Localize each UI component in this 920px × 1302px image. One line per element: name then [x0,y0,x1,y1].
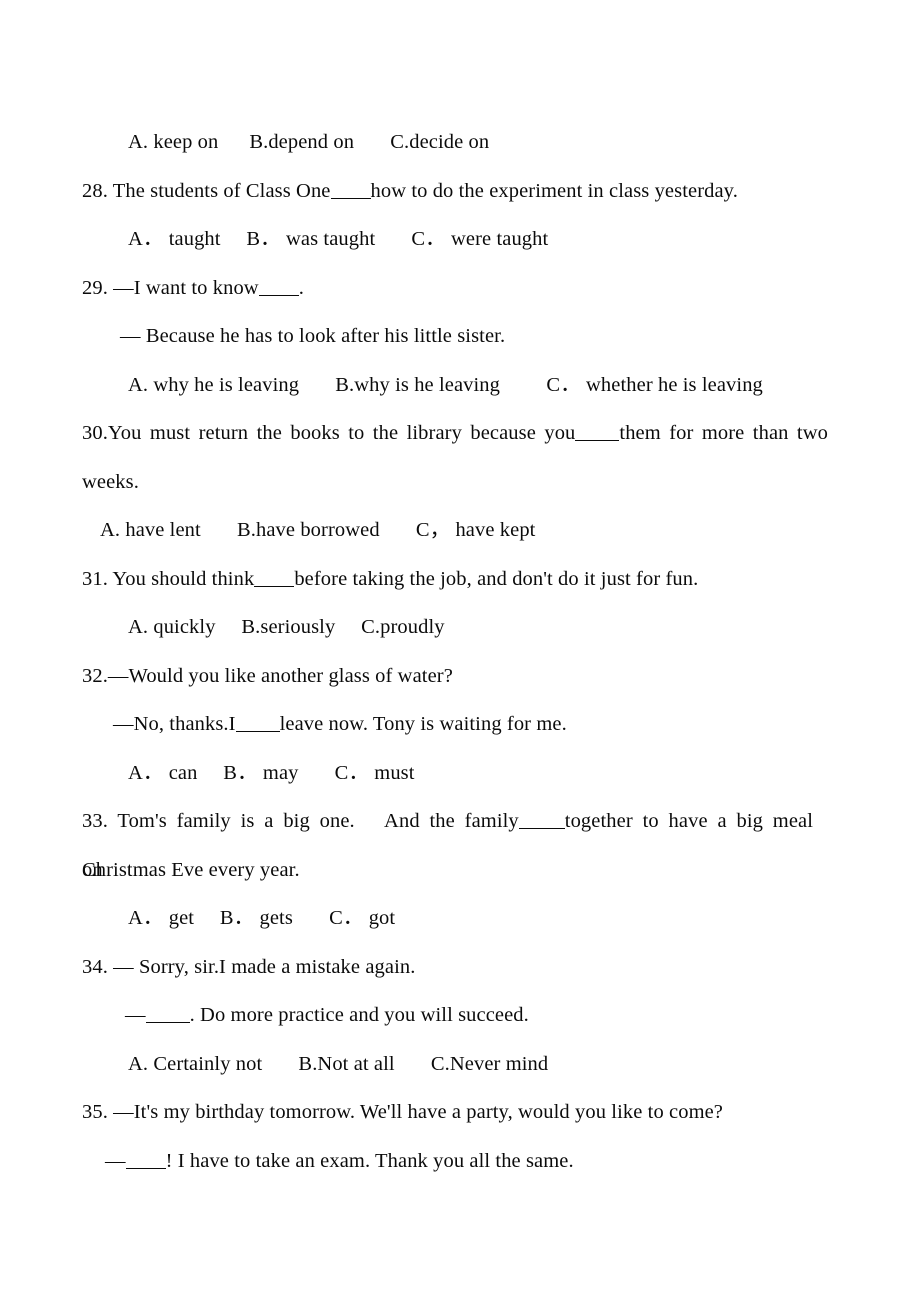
question-35-stem: 35. —It's my birthday tomorrow. We'll ha… [82,1101,724,1123]
question-35-reply-line: — ! I have to take an exam. Thank you all… [82,1137,836,1186]
question-29-answer-line: — Because he has to look after his littl… [120,325,506,347]
question-30-options: A. have lent B.have borrowed C， have kep… [100,519,536,541]
question-32-options: A． can B． may C． must [128,761,415,784]
question-29-options: A. why he is leaving B.why is he leaving… [128,373,763,396]
document-page: A. keep on B.depend on C.decide on 28. T… [0,0,920,1302]
question-30-stem-text: 30.You must return the books to the libr… [82,422,576,444]
question-33-stem-continuation: Christmas Eve every year. [82,858,300,881]
question-33-stem-text: 33. Tom's family is a big one. And the f… [82,810,519,832]
question-31-stem-text-cont: before taking the job, and don't do it j… [294,567,699,590]
question-28-stem-text: 28. The students of Class One [82,179,331,202]
question-30-stem-continuation: weeks. [82,470,139,493]
question-33-stem: 33. Tom's family is a big one. And the f… [82,797,836,881]
question-31-stem: 31. You should think before taking the jo… [82,555,836,604]
question-34-stem: 34. — Sorry, sir.I made a mistake again. [82,955,416,978]
question-34-options: A. Certainly not B.Not at all C.Never mi… [128,1052,549,1075]
question-28-stem-text-cont: how to do the experiment in class yester… [370,179,738,202]
question-28-stem: 28. The students of Class One how to do t… [82,167,836,216]
question-27-options: A. keep on B.depend on C.decide on [128,131,490,153]
answer-blank [235,731,280,732]
question-34-reply-dash: — [125,1004,146,1026]
question-35-reply-dash: — [105,1149,126,1172]
answer-blank [258,294,299,296]
answer-blank [145,1022,190,1023]
question-34-reply-text: . Do more practice and you will succeed. [189,1004,529,1026]
question-28-options: A． taught B． was taught C． were taught [128,228,549,250]
question-31-stem-text: 31. You should think [82,567,255,590]
question-35-reply-text: ! I have to take an exam. Thank you all … [165,1149,574,1172]
question-30-stem: 30.You must return the books to the libr… [82,409,836,458]
answer-blank [575,440,620,441]
answer-blank [330,197,371,199]
answer-blank [254,585,295,587]
question-29-stem-text: 29. —I want to know [82,276,259,299]
question-32-reply-text: —No, thanks.I [113,713,236,735]
question-list: A. keep on B.depend on C.decide on 28. T… [82,118,836,1185]
question-29-stem-text-cont: . [298,276,304,299]
question-29-stem: 29. —I want to know. [82,264,836,313]
question-32-stem: 32.—Would you like another glass of wate… [82,664,453,687]
question-32-reply-line: —No, thanks.I leave now. Tony is waiting … [82,700,836,749]
question-33-options: A． get B． gets C． got [128,907,396,929]
answer-blank [125,1167,166,1169]
question-32-reply-text-cont: leave now. Tony is waiting for me. [279,713,567,735]
question-31-options: A. quickly B.seriously C.proudly [128,616,445,638]
question-34-reply-line: — . Do more practice and you will succeed… [82,991,836,1040]
answer-blank [518,828,565,829]
question-30-stem-text-cont: them for more than two [619,422,828,444]
